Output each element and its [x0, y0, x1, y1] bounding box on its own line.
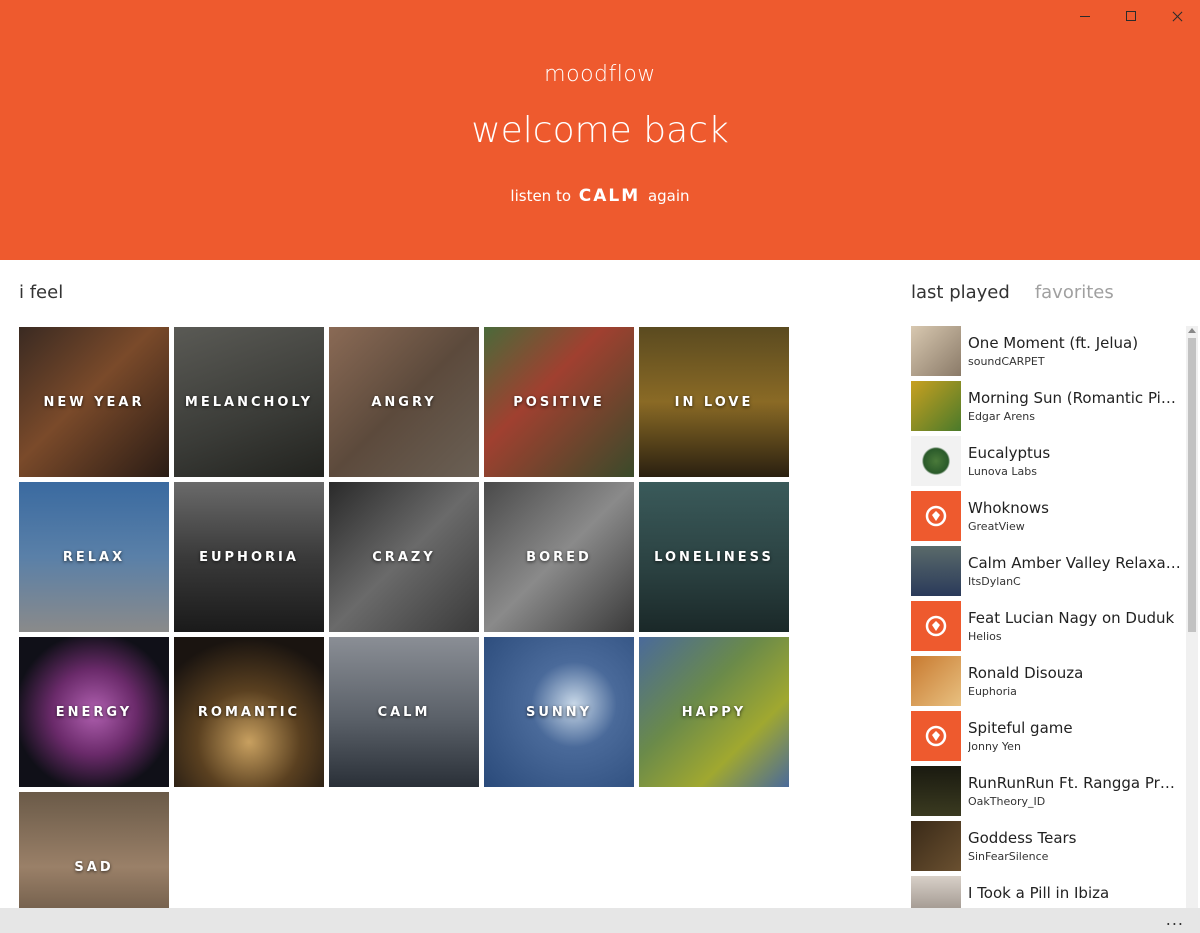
track-artist: soundCARPET [968, 355, 1045, 368]
mood-tile-melancholy[interactable]: MELANCHOLY [174, 327, 324, 477]
track-list-scrollbar[interactable] [1186, 326, 1198, 908]
header-banner: moodflow welcome back listen to CALM aga… [0, 0, 1200, 260]
track-title: One Moment (ft. Jelua) [968, 334, 1139, 352]
track-title: Calm Amber Valley Relaxation... [968, 554, 1183, 572]
mood-label: ANGRY [371, 394, 437, 410]
scroll-up-icon[interactable] [1188, 328, 1196, 333]
mood-label: ENERGY [55, 704, 133, 720]
mood-tile-happy[interactable]: HAPPY [639, 637, 789, 787]
track-title: Eucalyptus [968, 444, 1051, 462]
track-title: Ronald Disouza [968, 664, 1084, 682]
track-row[interactable]: Spiteful game Jonny Yen [911, 711, 1183, 761]
track-thumbnail [911, 381, 961, 431]
last-mood: CALM [578, 186, 641, 206]
mood-tile-in-love[interactable]: IN LOVE [639, 327, 789, 477]
track-title: Whoknows [968, 499, 1049, 517]
listen-again-link[interactable]: listen to CALM again [0, 186, 1200, 206]
track-list: One Moment (ft. Jelua) soundCARPET Mornin… [911, 326, 1183, 908]
welcome-title: welcome back [471, 110, 729, 151]
track-artist: Edgar Arens [968, 410, 1035, 423]
mood-tile-euphoria[interactable]: EUPHORIA [174, 482, 324, 632]
track-row[interactable]: Ronald Disouza Euphoria [911, 656, 1183, 706]
window-controls [1062, 0, 1200, 32]
track-artist: SinFearSilence [968, 850, 1049, 863]
mood-label: LONELINESS [654, 549, 774, 565]
moodflow-placeholder-icon [911, 711, 961, 761]
mood-label: POSITIVE [513, 394, 605, 410]
track-row[interactable]: Goddess Tears SinFearSilence [911, 821, 1183, 871]
mood-label: MELANCHOLY [184, 394, 314, 410]
track-artist: Lunova Labs [968, 465, 1037, 478]
track-thumbnail [911, 821, 961, 871]
track-title: RunRunRun Ft. Rangga Pran... [968, 774, 1183, 792]
mood-tile-calm[interactable]: CALM [329, 637, 479, 787]
track-artist: Euphoria [968, 685, 1017, 698]
i-feel-heading: i feel [19, 282, 64, 303]
app-logo: moodflow [544, 62, 656, 87]
mood-grid: NEW YEAR MELANCHOLY ANGRY POSITIVE IN LO… [19, 327, 794, 908]
track-artist: Jonny Yen [968, 740, 1021, 753]
tab-favorites[interactable]: favorites [1035, 282, 1114, 303]
track-artist: OakTheory_ID [968, 795, 1046, 808]
listen-prefix: listen to [510, 187, 572, 205]
mood-label: EUPHORIA [199, 549, 299, 565]
track-row[interactable]: Whoknows GreatView [911, 491, 1183, 541]
track-row[interactable]: Eucalyptus Lunova Labs [911, 436, 1183, 486]
tab-last-played[interactable]: last played [911, 282, 1010, 303]
track-thumbnail [911, 766, 961, 816]
mood-tile-sad[interactable]: SAD [19, 792, 169, 908]
mood-label: RELAX [62, 549, 126, 565]
track-title: Morning Sun (Romantic Piano... [968, 389, 1183, 407]
track-row[interactable]: I Took a Pill in Ibiza [911, 876, 1183, 908]
track-artist: Helios [968, 630, 1002, 643]
track-thumbnail [911, 546, 961, 596]
track-title: Feat Lucian Nagy on Duduk [968, 609, 1175, 627]
mood-tile-loneliness[interactable]: LONELINESS [639, 482, 789, 632]
mood-tile-bored[interactable]: BORED [484, 482, 634, 632]
moodflow-placeholder-icon [911, 491, 961, 541]
track-title: Goddess Tears [968, 829, 1077, 847]
mood-label: CRAZY [372, 549, 436, 565]
track-row[interactable]: Feat Lucian Nagy on Duduk Helios [911, 601, 1183, 651]
mood-label: SUNNY [525, 704, 593, 720]
scroll-thumb[interactable] [1188, 338, 1196, 632]
mood-tile-relax[interactable]: RELAX [19, 482, 169, 632]
track-thumbnail [911, 436, 961, 486]
track-row[interactable]: Morning Sun (Romantic Piano... Edgar Aren… [911, 381, 1183, 431]
track-artist: ItsDylanC [968, 575, 1021, 588]
track-row[interactable]: RunRunRun Ft. Rangga Pran... OakTheory_ID [911, 766, 1183, 816]
mood-label: HAPPY [681, 704, 747, 720]
mood-tile-sunny[interactable]: SUNNY [484, 637, 634, 787]
track-artist: GreatView [968, 520, 1025, 533]
mood-label: BORED [526, 549, 592, 565]
mood-label: IN LOVE [674, 394, 754, 410]
mood-tile-angry[interactable]: ANGRY [329, 327, 479, 477]
moodflow-placeholder-icon [911, 601, 961, 651]
minimize-icon[interactable] [1062, 0, 1108, 32]
mood-label: SAD [74, 859, 114, 875]
mood-tile-energy[interactable]: ENERGY [19, 637, 169, 787]
listen-suffix: again [647, 187, 690, 205]
mood-label: ROMANTIC [197, 704, 301, 720]
track-thumbnail [911, 876, 961, 908]
close-icon[interactable] [1154, 0, 1200, 32]
mood-tile-romantic[interactable]: ROMANTIC [174, 637, 324, 787]
mood-tile-crazy[interactable]: CRAZY [329, 482, 479, 632]
more-options-icon[interactable]: ... [1166, 910, 1184, 929]
maximize-icon[interactable] [1108, 0, 1154, 32]
mood-label: NEW YEAR [43, 394, 145, 410]
mood-tile-new-year[interactable]: NEW YEAR [19, 327, 169, 477]
track-title: Spiteful game [968, 719, 1073, 737]
mood-tile-positive[interactable]: POSITIVE [484, 327, 634, 477]
app-bar: ... [0, 908, 1200, 933]
mood-label: CALM [377, 704, 431, 720]
side-tabs: last played favorites [911, 282, 1114, 303]
track-thumbnail [911, 656, 961, 706]
track-row[interactable]: One Moment (ft. Jelua) soundCARPET [911, 326, 1183, 376]
track-thumbnail [911, 326, 961, 376]
track-row[interactable]: Calm Amber Valley Relaxation... ItsDylanC [911, 546, 1183, 596]
track-title: I Took a Pill in Ibiza [968, 884, 1110, 902]
